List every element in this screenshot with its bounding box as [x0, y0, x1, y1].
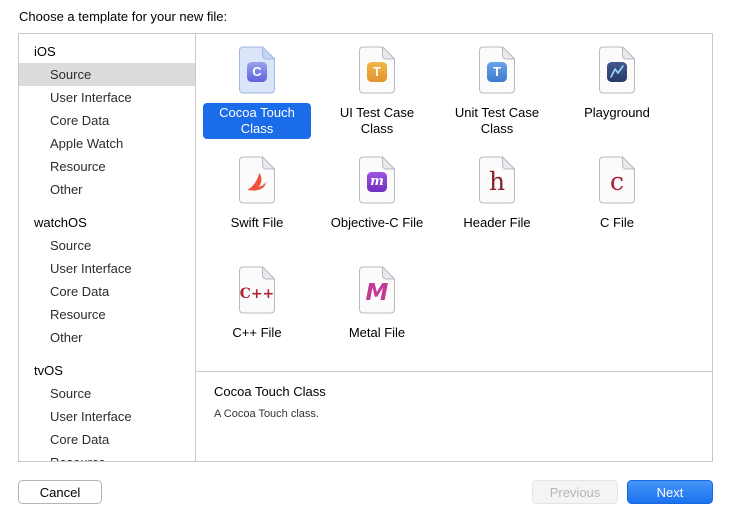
- previous-button[interactable]: Previous: [532, 480, 618, 504]
- objective-c-file-icon: m: [357, 156, 397, 204]
- ui-test-case-class-icon: T: [357, 46, 397, 94]
- sidebar-item-watchos-resource[interactable]: Resource: [19, 303, 195, 326]
- sidebar-item-tvos-resource[interactable]: Resource: [19, 451, 195, 461]
- template-label: Unit Test Case Class: [454, 105, 540, 136]
- sidebar-item-watchos-user-interface[interactable]: User Interface: [19, 257, 195, 280]
- template-unit-test-case-class[interactable]: T Unit Test Case Class: [437, 46, 557, 156]
- template-label: Playground: [584, 105, 650, 120]
- sidebar-item-watchos-other[interactable]: Other: [19, 326, 195, 349]
- swift-file-icon: [237, 156, 277, 204]
- template-label: C++ File: [232, 325, 282, 340]
- cocoa-touch-class-icon: C: [237, 46, 277, 94]
- dialog-footer: Cancel Previous Next: [18, 480, 713, 504]
- template-c-file[interactable]: C++ C++ File: [197, 266, 317, 371]
- template-c-file[interactable]: c C File: [557, 156, 677, 266]
- sidebar-item-ios-other[interactable]: Other: [19, 178, 195, 201]
- cpp-file-icon: C++: [237, 266, 277, 314]
- sidebar-item-tvos-core-data[interactable]: Core Data: [19, 428, 195, 451]
- template-detail-panel: Cocoa Touch Class A Cocoa Touch class.: [196, 371, 712, 461]
- sidebar-item-watchos-source[interactable]: Source: [19, 234, 195, 257]
- sidebar-item-ios-resource[interactable]: Resource: [19, 155, 195, 178]
- template-label: Objective-C File: [330, 215, 424, 230]
- template-main-area: C Cocoa Touch Class T UI Test Case Class T Un…: [196, 34, 712, 461]
- template-ui-test-case-class[interactable]: T UI Test Case Class: [317, 46, 437, 156]
- template-label: UI Test Case Class: [339, 105, 415, 136]
- sidebar-item-ios-user-interface[interactable]: User Interface: [19, 86, 195, 109]
- sidebar-item-tvos-user-interface[interactable]: User Interface: [19, 405, 195, 428]
- cancel-button[interactable]: Cancel: [18, 480, 102, 504]
- c-file-icon: c: [597, 156, 637, 204]
- template-label: Swift File: [230, 215, 284, 230]
- detail-description: A Cocoa Touch class.: [214, 408, 319, 420]
- sidebar-item-ios-apple-watch[interactable]: Apple Watch: [19, 132, 195, 155]
- template-label: C File: [600, 215, 634, 230]
- template-objective-c-file[interactable]: m Objective-C File: [317, 156, 437, 266]
- template-swift-file[interactable]: Swift File: [197, 156, 317, 266]
- sidebar-item-tvos-source[interactable]: Source: [19, 382, 195, 405]
- template-category-sidebar: iOS Source User Interface Core Data Apple Wa…: [19, 34, 196, 461]
- sidebar-section-watchos: watchOS: [34, 215, 87, 230]
- template-label: Cocoa Touch Class: [203, 103, 311, 139]
- unit-test-case-class-icon: T: [477, 46, 517, 94]
- dialog-title: Choose a template for your new file:: [19, 9, 228, 24]
- sidebar-item-watchos-core-data[interactable]: Core Data: [19, 280, 195, 303]
- sidebar-item-ios-core-data[interactable]: Core Data: [19, 109, 195, 132]
- header-file-icon: h: [477, 156, 517, 204]
- metal-file-icon: M: [357, 266, 397, 314]
- next-button[interactable]: Next: [627, 480, 713, 504]
- detail-title: Cocoa Touch Class: [214, 384, 326, 399]
- template-label: Metal File: [348, 325, 406, 340]
- playground-icon: [597, 46, 637, 94]
- template-metal-file[interactable]: M Metal File: [317, 266, 437, 371]
- template-cocoa-touch-class[interactable]: C Cocoa Touch Class: [197, 46, 317, 156]
- template-header-file[interactable]: h Header File: [437, 156, 557, 266]
- sidebar-section-tvos: tvOS: [34, 363, 63, 378]
- template-chooser-panel: iOS Source User Interface Core Data Apple Wa…: [18, 33, 713, 462]
- template-playground[interactable]: Playground: [557, 46, 677, 156]
- sidebar-item-ios-source[interactable]: Source: [19, 63, 195, 86]
- sidebar-section-ios: iOS: [34, 44, 56, 59]
- template-grid: C Cocoa Touch Class T UI Test Case Class T Un…: [196, 34, 712, 371]
- template-label: Header File: [463, 215, 531, 230]
